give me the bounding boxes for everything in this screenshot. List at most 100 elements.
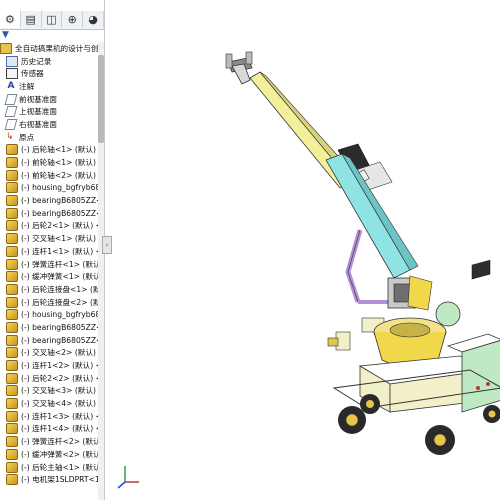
tree-item[interactable]: (-) 前轮轴<2> (默认) < <box>0 169 98 182</box>
tree-item-label: (-) 缓冲弹簧<2> (默认) <box>21 449 98 459</box>
tree-item[interactable]: A 注解 <box>0 80 98 93</box>
tree-item-label: (-) 连杆1<3> (默认) << <box>21 411 98 421</box>
tree-item[interactable]: (-) 后轮2<2> (默认) << <box>0 372 98 385</box>
tree-item[interactable]: (-) bearingB6805ZZ<2 <box>0 207 98 220</box>
feature-tree: 全自动搞果机的设计与创新 历史记录 传感器 A 注解 前视基准面上视基准面 右视基准面 ↳ 原… <box>0 42 98 486</box>
tree-item-label: (-) 后轮主轴<1> (默认) < <box>21 462 98 472</box>
feature-manager-panel: ⚙ ▤ ◫ ⊕ ◕ ▼ 全自动搞果机的设计与创新 历史记录 传感器 A 注解 前视基准面上视基准… <box>0 0 105 500</box>
dimxpert-tab-icon[interactable]: ⊕ <box>62 11 84 28</box>
part-icon <box>6 436 18 448</box>
model-viewport[interactable] <box>110 40 500 500</box>
tree-item-label: (-) bearingB6805ZZ<1 <box>21 196 98 206</box>
tree-root-label: 全自动搞果机的设计与创新 <box>15 43 98 53</box>
wheel-front-right <box>483 405 500 423</box>
tree-item[interactable]: (-) 电机架1SLDPRT<1> <box>0 473 98 486</box>
tree-item[interactable]: (-) housing_bgfryb680 <box>0 182 98 195</box>
part-icon <box>6 157 18 169</box>
tree-item-label: (-) 前轮轴<1> (默认) < <box>21 158 98 168</box>
gripper <box>225 51 253 85</box>
part-icon <box>6 423 18 435</box>
wheel-front-left <box>425 425 455 455</box>
tree-item[interactable]: (-) 前轮轴<1> (默认) < <box>0 156 98 169</box>
tree-item-label: 历史记录 <box>21 56 52 66</box>
tree-item[interactable]: (-) 缓冲弹簧<1> (默认) <box>0 270 98 283</box>
part-icon <box>6 169 18 181</box>
tree-item-label: 上视基准面 <box>19 107 57 117</box>
tree-item[interactable]: (-) 连杆1<3> (默认) << <box>0 410 98 423</box>
tree-item[interactable]: ↳ 原点 <box>0 131 98 144</box>
origin-icon: ↳ <box>6 131 14 142</box>
tree-item[interactable]: (-) 弹簧连杆<2> (默认) <box>0 435 98 448</box>
tree-item[interactable]: (-) 后轮主轴<1> (默认) < <box>0 461 98 474</box>
annotation-icon: A <box>7 80 15 91</box>
tree-scrollbar-thumb[interactable] <box>98 55 104 143</box>
part-icon <box>6 195 18 207</box>
tree-root[interactable]: 全自动搞果机的设计与创新 <box>0 42 98 55</box>
tree-item[interactable]: (-) housing_bgfryb680 <box>0 308 98 321</box>
tree-item-label: (-) 后轮2<2> (默认) << <box>21 373 98 383</box>
part-icon <box>6 220 18 232</box>
tree-item[interactable]: (-) 交叉轴<2> (默认) << <box>0 347 98 360</box>
tree-item[interactable]: (-) 交叉轴<4> (默认) << <box>0 397 98 410</box>
sensor-icon <box>6 68 18 80</box>
tree-item[interactable]: (-) 后轮2<1> (默认) << <box>0 220 98 233</box>
tree-item-label: (-) housing_bgfryb680 <box>21 183 98 193</box>
tree-item[interactable]: (-) 连杆1<2> (默认) << <box>0 359 98 372</box>
part-icon <box>6 182 18 194</box>
tree-item[interactable]: (-) 后轮连接盘<1> (默认 <box>0 283 98 296</box>
tree-item[interactable]: (-) 弹簧连杆<1> (默认) <box>0 258 98 271</box>
tree-item[interactable]: 传感器 <box>0 67 98 80</box>
part-icon <box>6 271 18 283</box>
part-icon <box>6 360 18 372</box>
tree-item-label: (-) 弹簧连杆<1> (默认) <box>21 259 98 269</box>
sensor-dish <box>435 301 461 327</box>
part-icon <box>6 144 18 156</box>
part-icon <box>6 448 18 460</box>
tree-item[interactable]: (-) 交叉轴<1> (默认) << <box>0 232 98 245</box>
tree-item-label: (-) 弹簧连杆<2> (默认) <box>21 437 98 447</box>
tree-item-label: 前视基准面 <box>19 94 57 104</box>
plane-icon <box>4 106 18 118</box>
tree-item-label: (-) 后轮轴<1> (默认) < <box>21 145 98 155</box>
config-tab-icon[interactable]: ◫ <box>42 11 63 28</box>
tree-item[interactable]: (-) bearingB6805ZZ<3 <box>0 321 98 334</box>
part-icon <box>6 283 18 295</box>
part-icon <box>6 372 18 384</box>
tree-item-label: (-) 前轮轴<2> (默认) < <box>21 170 98 180</box>
part-icon <box>6 410 18 422</box>
wheel-rear-right <box>360 394 380 414</box>
tree-item-label: (-) 连杆1<1> (默认) << <box>21 246 98 256</box>
plane-icon <box>4 93 18 105</box>
tree-item[interactable]: (-) 连杆1<1> (默认) << <box>0 245 98 258</box>
tree-item[interactable]: (-) bearingB6805ZZ<4 <box>0 334 98 347</box>
wheel-rear-left <box>338 406 366 434</box>
tree-item[interactable]: (-) 交叉轴<3> (默认) << <box>0 385 98 398</box>
tree-item-label: (-) bearingB6805ZZ<3 <box>21 322 98 332</box>
tree-item[interactable]: (-) 缓冲弹簧<2> (默认) <box>0 448 98 461</box>
tree-item-label: (-) bearingB6805ZZ<2 <box>21 208 98 218</box>
tree-item[interactable]: (-) bearingB6805ZZ<1 <box>0 194 98 207</box>
tree-item-label: (-) 后轮连接盘<2> (默认 <box>21 297 98 307</box>
part-icon <box>6 474 18 486</box>
tree-item-label: (-) 交叉轴<2> (默认) << <box>21 348 98 358</box>
tree-item[interactable]: 右视基准面 <box>0 118 98 131</box>
tree-item-label: (-) 电机架1SLDPRT<1> <box>21 475 98 485</box>
part-icon <box>6 334 18 346</box>
filter-icon[interactable]: ▼ <box>0 30 104 42</box>
tree-item[interactable]: 前视基准面 <box>0 93 98 106</box>
tree-item-label: (-) 连杆1<4> (默认) << <box>21 424 98 434</box>
tree-item[interactable]: 历史记录 <box>0 55 98 68</box>
coordinate-triad-icon <box>117 466 139 489</box>
tree-item-label: (-) bearingB6805ZZ<4 <box>21 335 98 345</box>
part-icon <box>6 321 18 333</box>
feature-tree-tab-icon[interactable]: ⚙ <box>0 11 21 28</box>
tree-item[interactable]: (-) 后轮轴<1> (默认) < <box>0 144 98 157</box>
part-icon <box>6 296 18 308</box>
plane-icon <box>4 118 18 130</box>
tree-item[interactable]: (-) 后轮连接盘<2> (默认 <box>0 296 98 309</box>
tree-item-label: (-) 连杆1<2> (默认) << <box>21 361 98 371</box>
tree-item[interactable]: 上视基准面 <box>0 105 98 118</box>
display-tab-icon[interactable]: ◕ <box>83 11 104 28</box>
property-tab-icon[interactable]: ▤ <box>21 11 42 28</box>
tree-item[interactable]: (-) 连杆1<4> (默认) << <box>0 423 98 436</box>
